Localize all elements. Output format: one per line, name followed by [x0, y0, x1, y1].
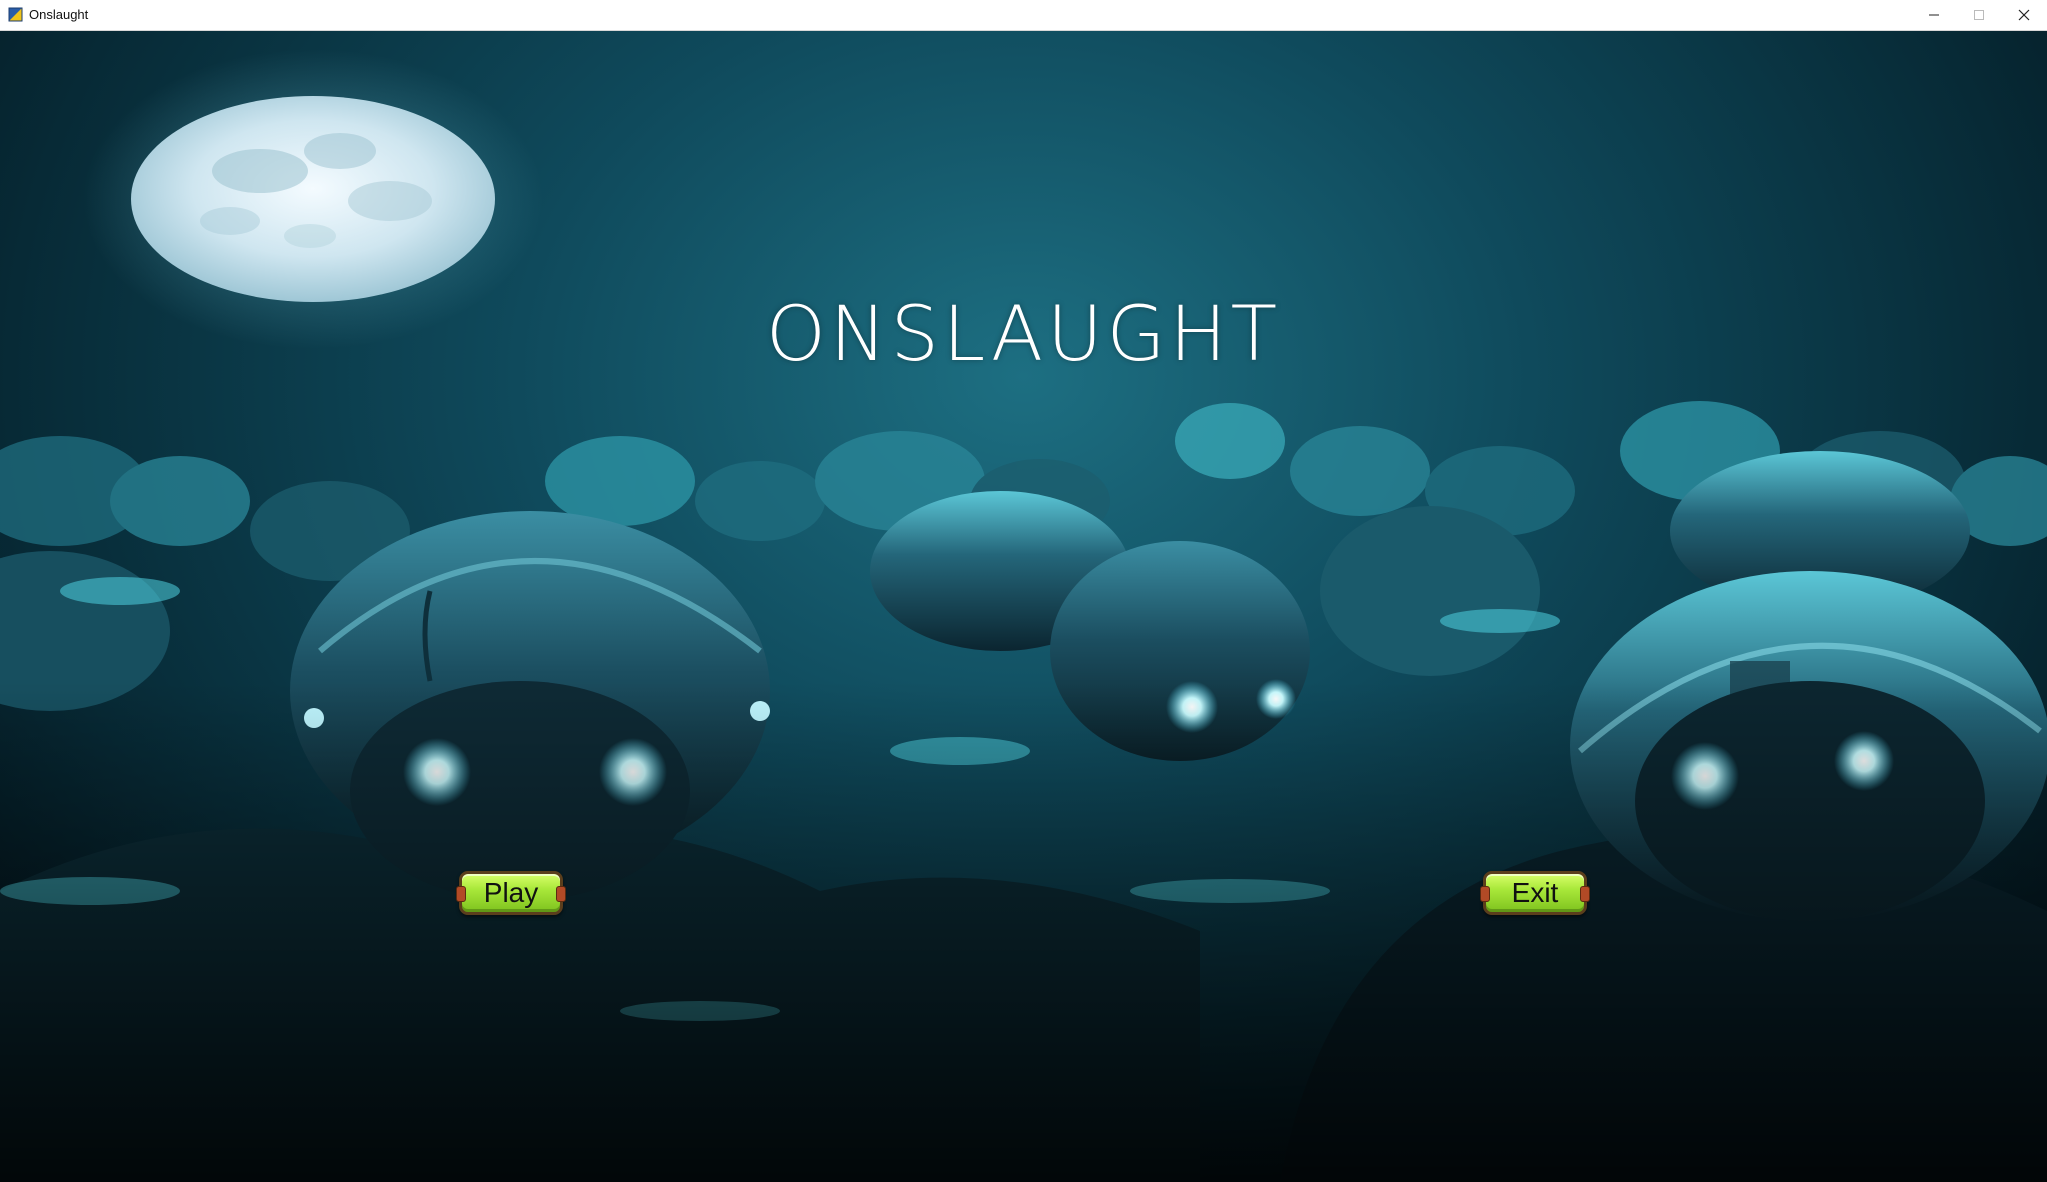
exit-button[interactable]: Exit	[1480, 871, 1590, 915]
close-button[interactable]	[2001, 0, 2047, 30]
maximize-icon	[1974, 10, 1984, 20]
maximize-button[interactable]	[1956, 0, 2002, 30]
play-button-label: Play	[483, 877, 539, 908]
play-button[interactable]: Play	[456, 871, 566, 915]
app-icon	[8, 7, 23, 22]
background-art	[0, 49, 2047, 1182]
game-scene: ONSLAUGHT Play Exit	[0, 31, 2047, 1182]
minimize-icon	[1929, 14, 1939, 16]
exit-button-label: Exit	[1511, 877, 1559, 908]
close-icon	[2018, 9, 2030, 21]
window-title: Onslaught	[29, 7, 89, 22]
game-title: ONSLAUGHT	[765, 289, 1282, 378]
game-window: Onslaught ONSLAUGHT Play Exit	[0, 0, 2047, 1182]
minimize-button[interactable]	[1911, 0, 1957, 30]
title-bar[interactable]: Onslaught	[0, 0, 2047, 31]
